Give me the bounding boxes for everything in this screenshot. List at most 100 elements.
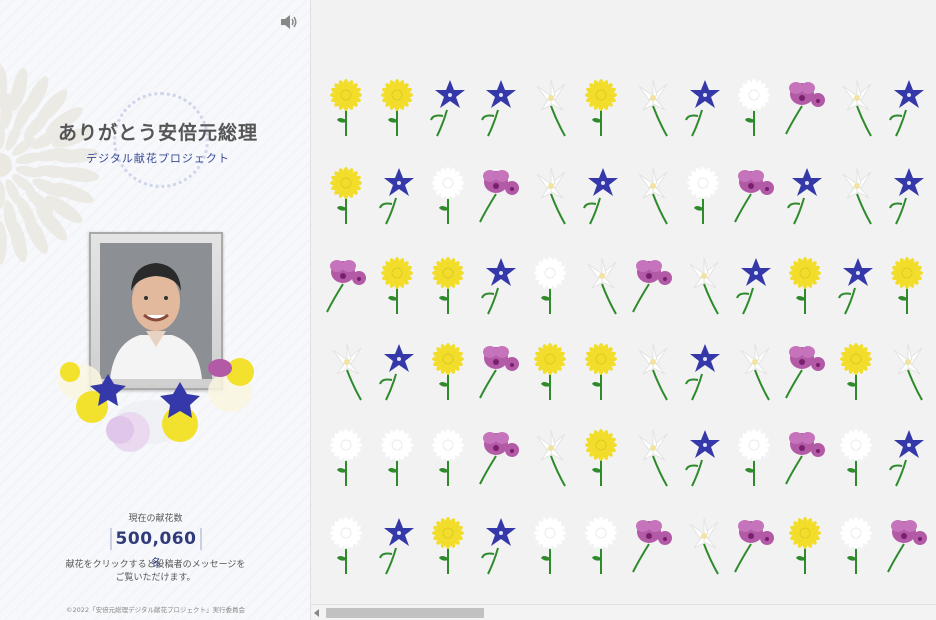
scrollbar-thumb[interactable] <box>326 608 484 618</box>
chrysanthemum-flower[interactable] <box>323 76 369 138</box>
white-chrysanthemum-flower[interactable] <box>731 426 777 488</box>
bellflower-flower[interactable] <box>374 514 420 576</box>
lily-flower[interactable] <box>527 164 573 226</box>
chrysanthemum-flower[interactable] <box>425 514 471 576</box>
chrysanthemum-icon <box>381 257 413 314</box>
chrysanthemum-flower[interactable] <box>782 254 828 316</box>
bellflower-flower[interactable] <box>680 340 726 402</box>
bellflower-flower[interactable] <box>884 426 930 488</box>
orchid-flower[interactable] <box>782 426 828 488</box>
speaker-icon[interactable] <box>280 14 298 30</box>
lily-flower[interactable] <box>323 340 369 402</box>
orchid-flower[interactable] <box>782 76 828 138</box>
bellflower-icon <box>379 168 414 225</box>
bellflower-flower[interactable] <box>476 76 522 138</box>
lily-flower[interactable] <box>731 340 777 402</box>
white-chrysanthemum-flower[interactable] <box>527 254 573 316</box>
chrysanthemum-flower[interactable] <box>374 76 420 138</box>
orchid-icon <box>479 170 519 223</box>
lily-icon <box>842 167 872 225</box>
horizontal-scrollbar[interactable] <box>311 604 936 620</box>
bellflower-flower[interactable] <box>782 164 828 226</box>
lily-flower[interactable] <box>680 254 726 316</box>
white-chrysanthemum-flower[interactable] <box>425 164 471 226</box>
copyright-text: ©2022「安倍元総理デジタル献花プロジェクト」実行委員会 <box>66 606 245 614</box>
orchid-flower[interactable] <box>731 514 777 576</box>
orchid-icon <box>734 520 774 573</box>
orchid-flower[interactable] <box>629 254 675 316</box>
orchid-flower[interactable] <box>323 254 369 316</box>
bellflower-flower[interactable] <box>833 254 879 316</box>
lily-flower[interactable] <box>527 76 573 138</box>
bellflower-flower[interactable] <box>680 426 726 488</box>
chrysanthemum-flower[interactable] <box>833 340 879 402</box>
lily-flower[interactable] <box>833 164 879 226</box>
orchid-flower[interactable] <box>731 164 777 226</box>
lily-flower[interactable] <box>833 76 879 138</box>
bellflower-icon <box>889 430 924 487</box>
chrysanthemum-flower[interactable] <box>527 340 573 402</box>
chrysanthemum-flower[interactable] <box>884 254 930 316</box>
bellflower-flower[interactable] <box>476 514 522 576</box>
lily-flower[interactable] <box>629 426 675 488</box>
lily-flower[interactable] <box>629 164 675 226</box>
orchid-icon <box>887 520 927 573</box>
chrysanthemum-flower[interactable] <box>782 514 828 576</box>
orchid-icon <box>326 260 366 313</box>
white-chrysanthemum-flower[interactable] <box>680 164 726 226</box>
orchid-flower[interactable] <box>476 426 522 488</box>
lily-flower[interactable] <box>884 340 930 402</box>
white-chrysanthemum-icon <box>432 429 464 486</box>
orchid-flower[interactable] <box>884 514 930 576</box>
page-title: ありがとう安倍元総理 <box>57 122 258 144</box>
white-chrysanthemum-icon <box>738 79 770 136</box>
bellflower-icon <box>685 430 720 487</box>
bellflower-icon <box>481 518 516 575</box>
white-chrysanthemum-flower[interactable] <box>425 426 471 488</box>
white-chrysanthemum-flower[interactable] <box>374 426 420 488</box>
lily-flower[interactable] <box>629 340 675 402</box>
white-chrysanthemum-icon <box>330 429 362 486</box>
bellflower-flower[interactable] <box>476 254 522 316</box>
white-chrysanthemum-icon <box>840 429 872 486</box>
bellflower-flower[interactable] <box>680 76 726 138</box>
lily-icon <box>842 79 872 137</box>
chrysanthemum-flower[interactable] <box>425 340 471 402</box>
chrysanthemum-flower[interactable] <box>374 254 420 316</box>
orchid-flower[interactable] <box>476 164 522 226</box>
white-chrysanthemum-flower[interactable] <box>323 514 369 576</box>
bellflower-flower[interactable] <box>884 76 930 138</box>
white-chrysanthemum-flower[interactable] <box>527 514 573 576</box>
white-chrysanthemum-flower[interactable] <box>833 514 879 576</box>
lily-flower[interactable] <box>629 76 675 138</box>
chrysanthemum-flower[interactable] <box>323 164 369 226</box>
chrysanthemum-flower[interactable] <box>578 426 624 488</box>
orchid-flower[interactable] <box>782 340 828 402</box>
bellflower-flower[interactable] <box>731 254 777 316</box>
chrysanthemum-icon <box>585 429 617 486</box>
white-chrysanthemum-flower[interactable] <box>578 514 624 576</box>
chrysanthemum-flower[interactable] <box>578 76 624 138</box>
bellflower-flower[interactable] <box>578 164 624 226</box>
orchid-flower[interactable] <box>629 514 675 576</box>
white-chrysanthemum-flower[interactable] <box>323 426 369 488</box>
white-chrysanthemum-flower[interactable] <box>731 76 777 138</box>
scroll-left-arrow-icon[interactable] <box>314 609 319 617</box>
lily-flower[interactable] <box>527 426 573 488</box>
white-chrysanthemum-flower[interactable] <box>833 426 879 488</box>
page-subtitle: デジタル献花プロジェクト <box>86 152 230 165</box>
lily-icon <box>638 79 668 137</box>
bellflower-flower[interactable] <box>374 340 420 402</box>
white-chrysanthemum-icon <box>534 517 566 574</box>
bellflower-flower[interactable] <box>425 76 471 138</box>
lily-flower[interactable] <box>578 254 624 316</box>
lily-flower[interactable] <box>680 514 726 576</box>
orchid-flower[interactable] <box>476 340 522 402</box>
chrysanthemum-flower[interactable] <box>425 254 471 316</box>
chrysanthemum-flower[interactable] <box>578 340 624 402</box>
white-chrysanthemum-icon <box>381 429 413 486</box>
bellflower-flower[interactable] <box>884 164 930 226</box>
flower-wall[interactable] <box>311 0 936 620</box>
flower-count-label: 現在の献花数 <box>128 514 183 524</box>
bellflower-flower[interactable] <box>374 164 420 226</box>
